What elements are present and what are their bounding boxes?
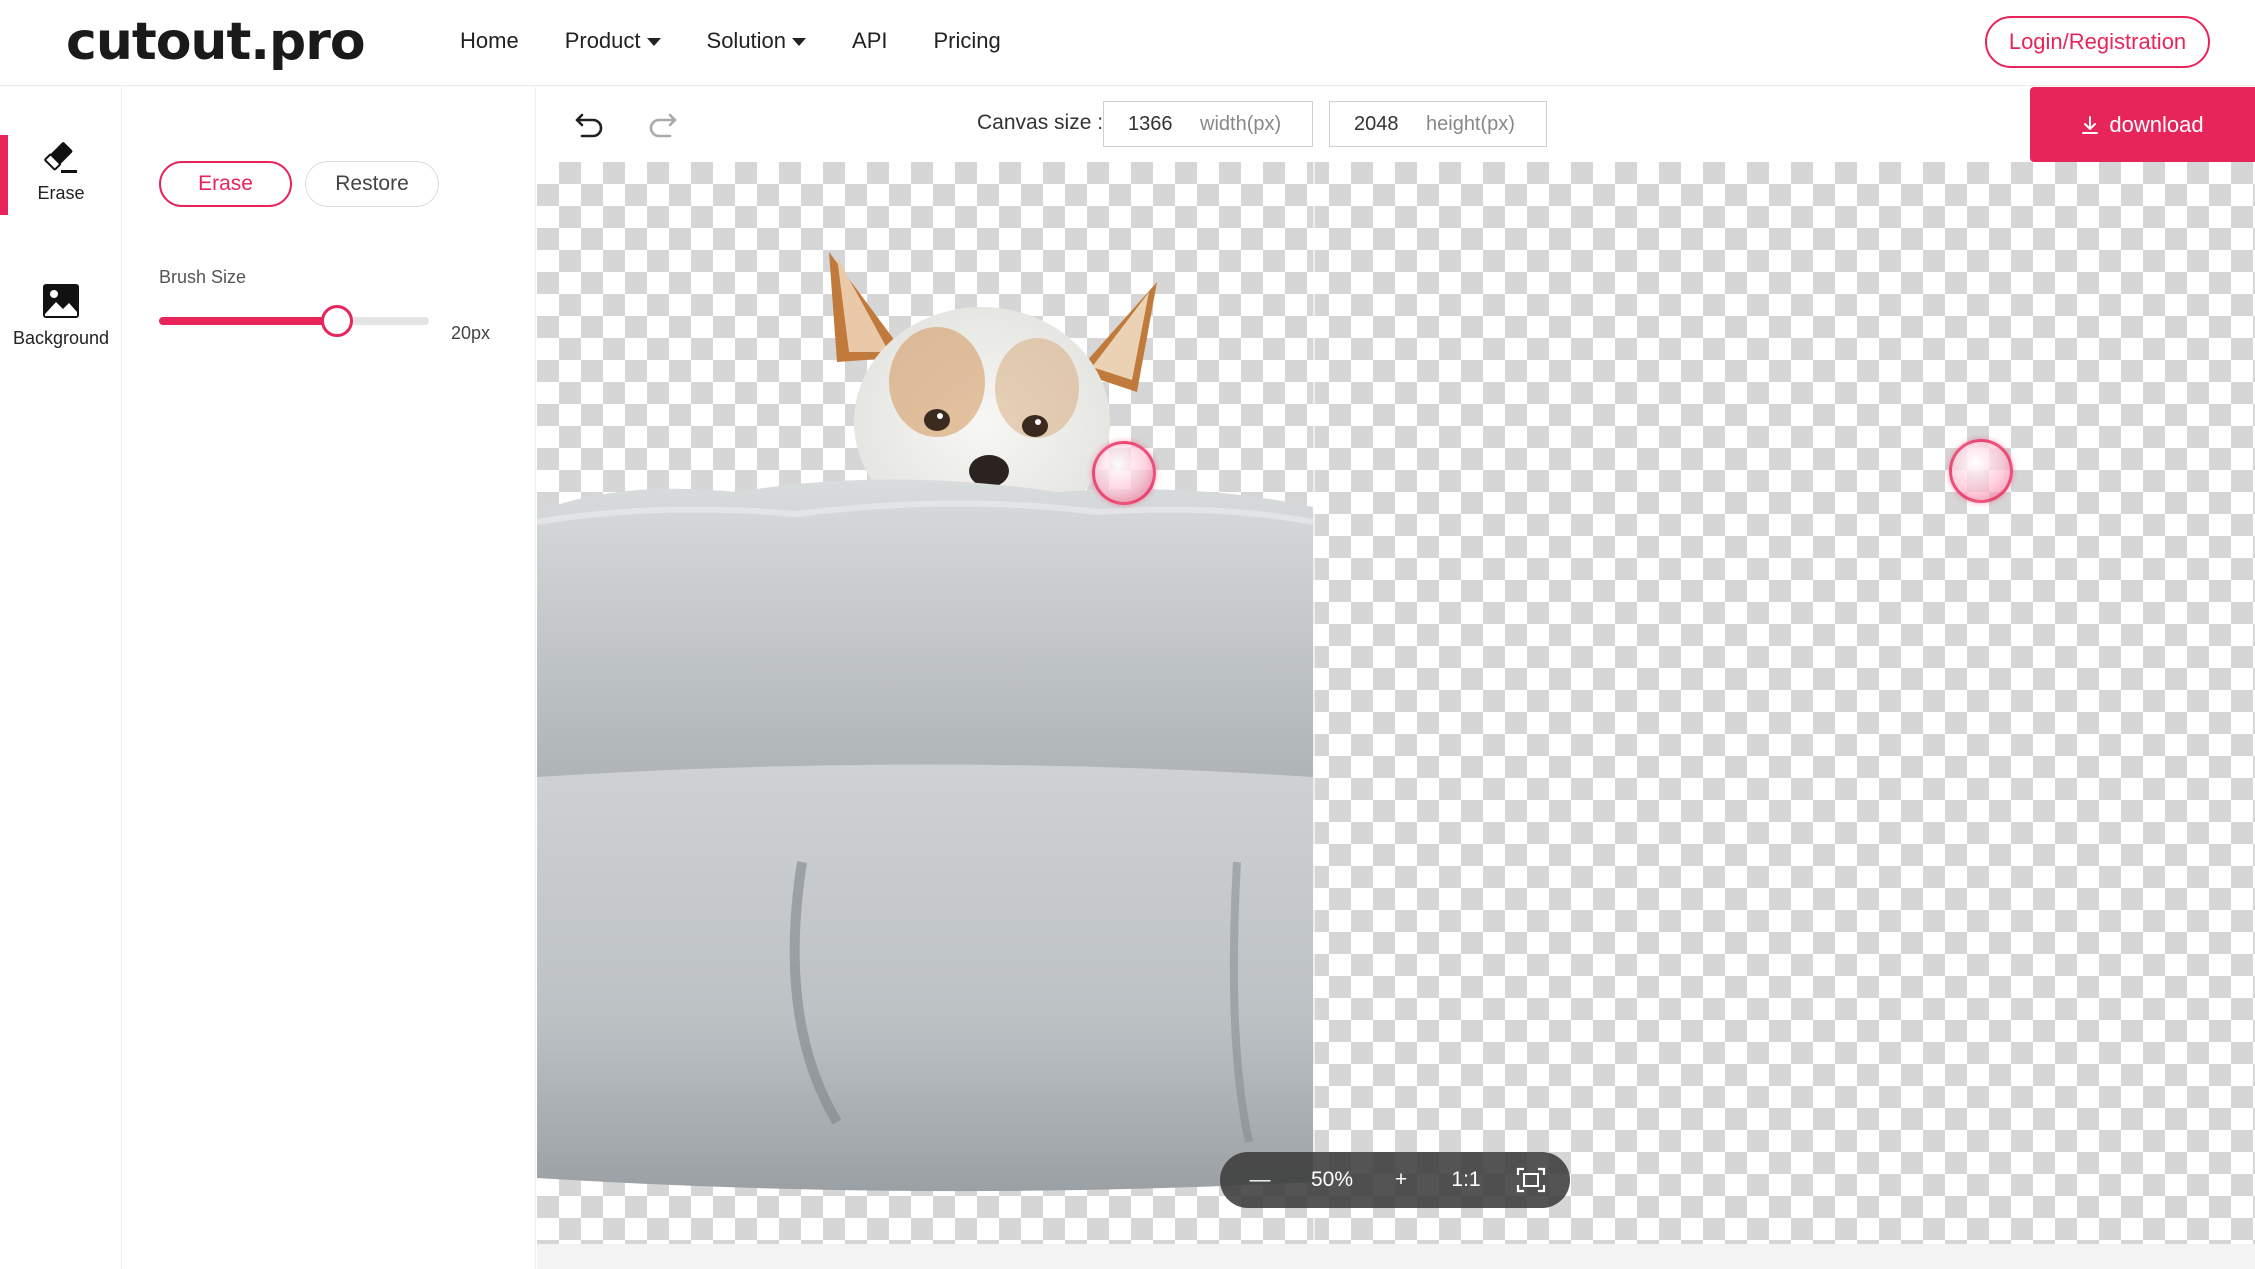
canvas-size-label: Canvas size : <box>977 111 1104 134</box>
caret-down-icon <box>792 38 807 46</box>
nav-home[interactable]: Home <box>460 28 519 54</box>
download-label: download <box>2109 111 2204 137</box>
caret-down-icon <box>646 38 661 46</box>
slider-thumb[interactable] <box>321 305 354 337</box>
top-header: cutout.pro Home Product Solution API Pri… <box>0 0 2255 86</box>
compare-handle[interactable] <box>1092 441 1156 505</box>
zoom-control-bar: — 50% + 1:1 <box>1220 1152 1570 1208</box>
slider-fill <box>159 317 338 325</box>
main-nav: Home Product Solution API Pricing <box>460 28 1001 54</box>
nav-home-label: Home <box>460 28 519 53</box>
nav-api[interactable]: API <box>852 28 887 54</box>
nav-solution[interactable]: Solution <box>707 28 807 54</box>
editing-canvas[interactable]: — 50% + 1:1 <box>537 162 2255 1244</box>
rail-item-erase-label: Erase <box>37 182 85 203</box>
brush-size-slider[interactable] <box>159 305 429 337</box>
nav-product[interactable]: Product <box>565 28 661 54</box>
width-field[interactable]: 1366 width(px) <box>1103 101 1313 147</box>
width-unit: width(px) <box>1200 112 1282 135</box>
erase-mode-button[interactable]: Erase <box>159 161 292 207</box>
zoom-out-button[interactable]: — <box>1242 1152 1278 1208</box>
logo[interactable]: cutout.pro <box>66 12 366 72</box>
undo-button[interactable] <box>569 105 609 145</box>
undo-icon <box>575 113 603 138</box>
eraser-icon <box>44 141 77 173</box>
width-value: 1366 <box>1128 112 1173 135</box>
login-registration-button[interactable]: Login/Registration <box>1985 16 2210 68</box>
canvas-bottom-strip <box>537 1244 2255 1269</box>
download-icon <box>2082 115 2099 134</box>
nav-api-label: API <box>852 28 888 53</box>
rail-item-erase[interactable]: Erase <box>0 129 122 215</box>
download-button[interactable]: download <box>2030 87 2255 162</box>
brush-cursor <box>1949 439 2013 503</box>
photo-preview <box>537 252 1313 1192</box>
actual-size-button[interactable]: 1:1 <box>1442 1152 1490 1208</box>
nav-pricing-label: Pricing <box>933 28 1001 53</box>
tool-rail: Erase Background <box>0 87 122 1269</box>
redo-icon <box>649 113 677 138</box>
canvas-toolbar: Canvas size : 1366 width(px) 2048 height… <box>537 87 2255 162</box>
rail-item-background[interactable]: Background <box>0 273 122 357</box>
image-icon <box>43 283 79 318</box>
brush-size-label: Brush Size <box>159 267 247 287</box>
redo-button[interactable] <box>643 105 683 145</box>
zoom-in-button[interactable]: + <box>1383 1152 1419 1208</box>
nav-product-label: Product <box>564 28 641 53</box>
nav-pricing[interactable]: Pricing <box>934 28 1001 54</box>
rail-item-background-label: Background <box>12 327 110 348</box>
fit-screen-icon <box>1516 1167 1546 1193</box>
height-field[interactable]: 2048 height(px) <box>1329 101 1547 147</box>
height-unit: height(px) <box>1426 112 1515 135</box>
brush-size-value: 20px <box>451 323 491 343</box>
settings-panel: Erase Restore Brush Size 20px <box>123 87 536 1269</box>
restore-mode-button[interactable]: Restore <box>305 161 439 207</box>
nav-solution-label: Solution <box>706 28 787 53</box>
zoom-level: 50% <box>1310 1168 1354 1191</box>
height-value: 2048 <box>1354 112 1399 135</box>
compare-divider <box>1313 162 1315 1244</box>
fit-screen-button[interactable] <box>1510 1152 1552 1208</box>
